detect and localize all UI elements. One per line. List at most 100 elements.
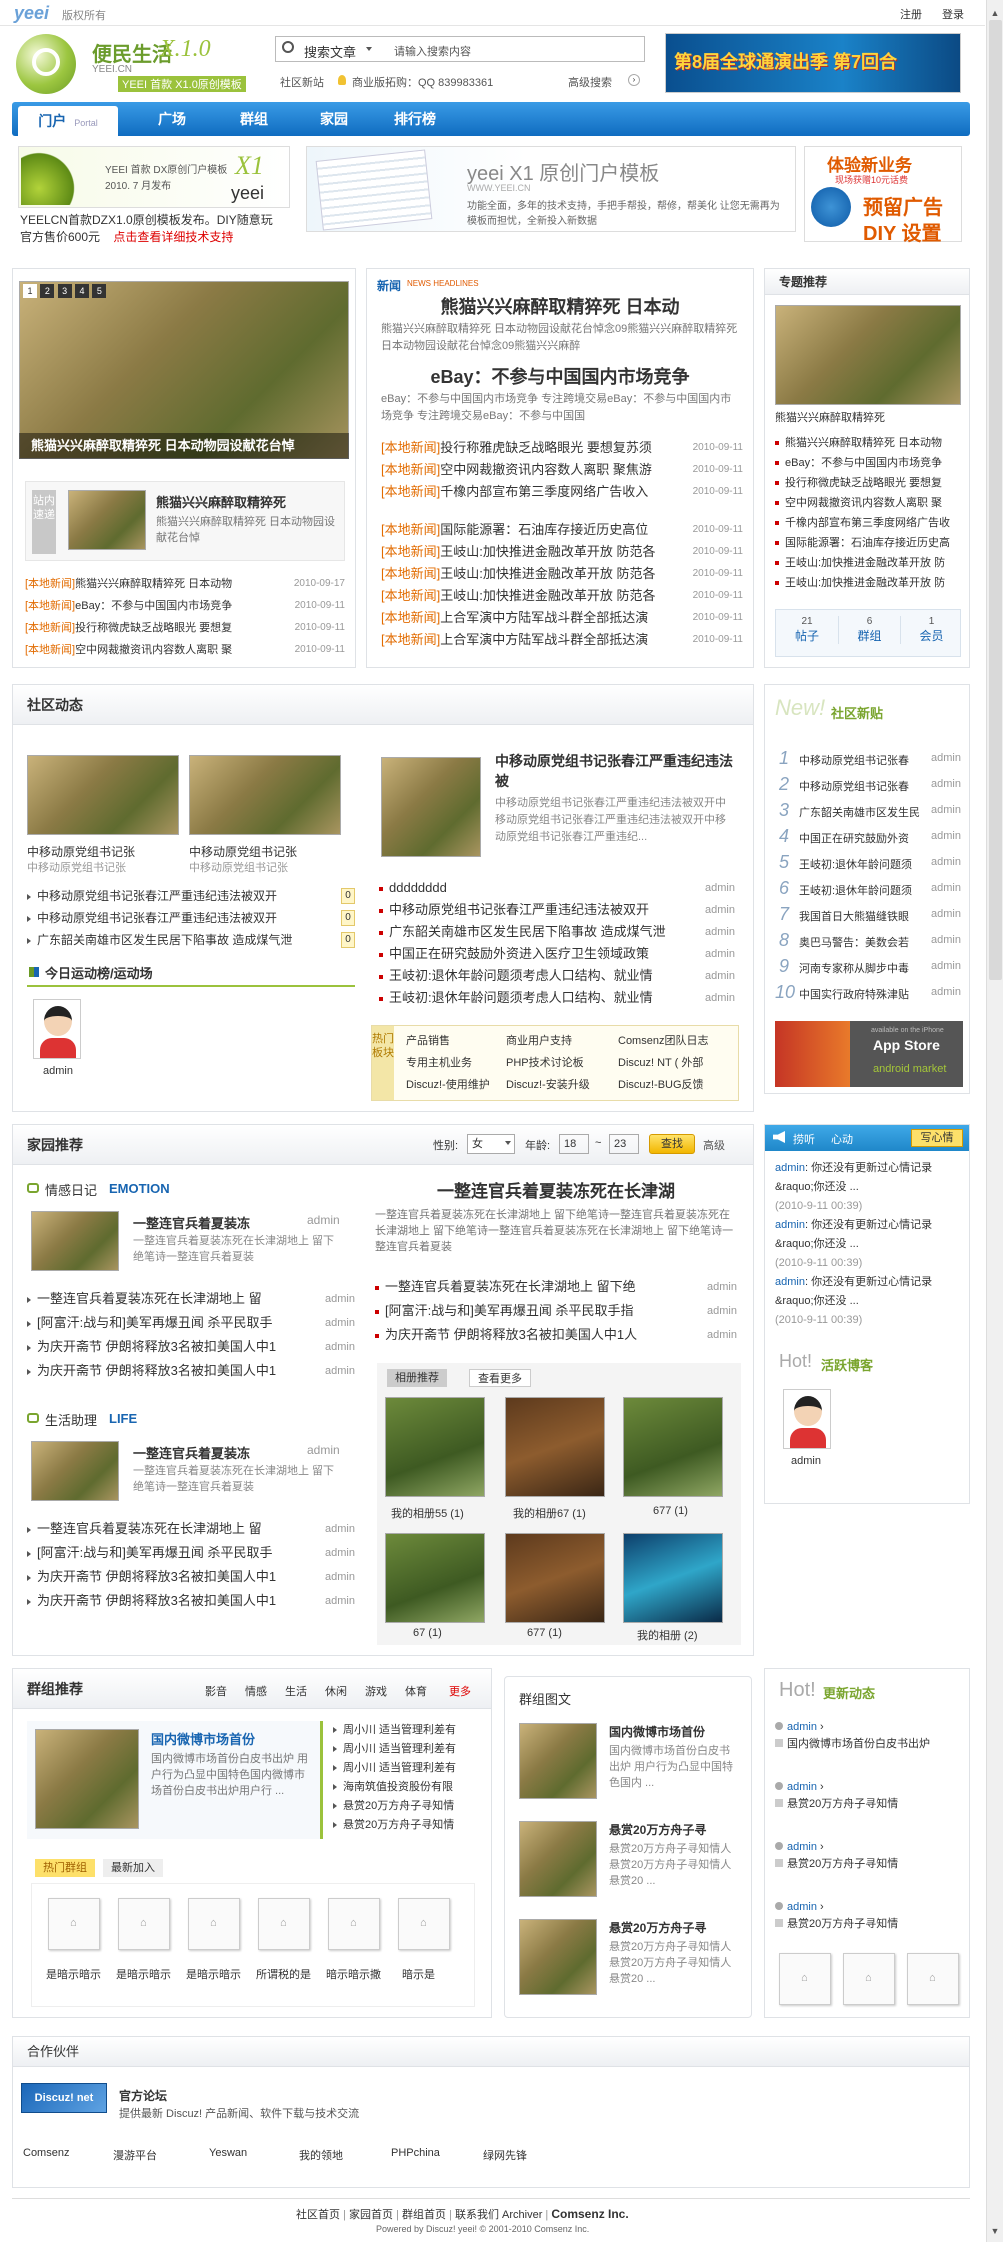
register-link[interactable]: 注册 — [900, 6, 922, 22]
scroll-down-icon[interactable]: ▼ — [989, 2226, 1001, 2236]
list-item[interactable]: 海南筑值投资股份有限 — [333, 1778, 483, 1797]
album-tab-recommend[interactable]: 相册推荐 — [387, 1369, 447, 1387]
group-icon-label[interactable]: 是暗示暗示 — [186, 1966, 241, 1982]
list-item[interactable]: 4 中国正在研究鼓励外资 admin — [775, 823, 961, 849]
list-item[interactable]: 6 王岐初:退休年龄问题须 admin — [775, 875, 961, 901]
group-feature-thumb[interactable] — [35, 1729, 139, 1829]
footer-link[interactable]: 家园首页 — [349, 2209, 393, 2221]
list-item[interactable]: 一整连官兵着夏装冻死在长津湖地上 留 admin — [27, 1517, 355, 1541]
home-advanced-link[interactable]: 高级 — [703, 1137, 725, 1153]
album-label[interactable]: 677 (1) — [527, 1627, 562, 1639]
list-item[interactable]: [本地新闻]投行称微虎缺乏战略眼光 要想复 2010-09-11 — [25, 617, 345, 639]
list-item[interactable]: 一整连官兵着夏装冻死在长津湖地上 留下绝 admin — [375, 1275, 737, 1299]
list-item[interactable]: 广东韶关南雄市区发生民居下陷事故 造成煤气泄 0 — [27, 929, 355, 951]
list-item[interactable]: 国际能源署：石油库存接近历史高 — [775, 533, 961, 553]
group-post-title[interactable]: 国内微博市场首份 — [609, 1723, 705, 1740]
board-link[interactable]: Discuz!-安装升级 — [506, 1076, 590, 1092]
home-main-title[interactable]: 一整连官兵着夏装冻死在长津湖 — [371, 1177, 741, 1202]
ad-text-3[interactable]: 点击查看详细技术支持 — [113, 230, 233, 244]
slider-page-2[interactable]: 2 — [40, 284, 55, 298]
list-item[interactable]: [本地新闻]上合军演中方陆军战斗群全部抵达演 2010-09-11 — [381, 629, 743, 651]
header-link-purchase[interactable]: 商业版拓购：QQ 839983361 — [352, 74, 493, 90]
partner-link[interactable]: 绿网先锋 — [483, 2147, 527, 2163]
list-item[interactable]: 中移动原党组书记张春江严重违纪违法被双开 0 — [27, 885, 355, 907]
list-item[interactable]: [阿富汗:战与和]美军再爆丑闻 杀平民取手 admin — [27, 1541, 355, 1565]
special-caption[interactable]: 熊猫兴兴麻醉取精猝死 — [775, 409, 885, 425]
community-thumb-2[interactable] — [189, 755, 341, 835]
scroll-up-icon[interactable]: ▲ — [989, 8, 1001, 18]
nav-tab-portal[interactable]: 门户 Portal — [18, 106, 118, 136]
list-item[interactable]: 王岐初:退休年龄问题须考虑人口结构、就业情 admin — [379, 987, 735, 1009]
header-banner-ad[interactable]: 第8届全球通演出季 第7回合 — [665, 33, 961, 93]
life-post-user[interactable]: admin — [307, 1443, 340, 1457]
blogger-name[interactable]: admin — [791, 1455, 821, 1467]
site-logo-small[interactable]: yeei — [14, 3, 49, 24]
list-item[interactable]: 5 王岐初:退休年龄问题须 admin — [775, 849, 961, 875]
diary-post-user[interactable]: admin — [307, 1213, 340, 1227]
album-label[interactable]: 677 (1) — [653, 1505, 688, 1517]
group-tab[interactable]: 游戏 — [365, 1683, 387, 1699]
list-item[interactable]: 中移动原党组书记张春江严重违纪违法被双开 0 — [27, 907, 355, 929]
list-item[interactable]: [本地新闻]投行称雅虎缺乏战略眼光 要想复苏须 2010-09-11 — [381, 437, 743, 459]
list-item[interactable]: 王岐山:加快推进金融改革开放 防 — [775, 573, 961, 593]
list-item[interactable]: 为庆开斋节 伊朗将释放3名被扣美国人中1 admin — [27, 1335, 355, 1359]
group-icon[interactable] — [328, 1898, 380, 1950]
list-item[interactable]: admin › 悬赏20万方舟子寻知情 — [775, 1779, 961, 1839]
album-label[interactable]: 67 (1) — [413, 1627, 442, 1639]
list-item[interactable]: dddddddd admin — [379, 877, 735, 899]
list-item[interactable]: [本地新闻]王岐山:加快推进金融改革开放 防范各 2010-09-11 — [381, 585, 743, 607]
list-item[interactable]: 为庆开斋节 伊朗将释放3名被扣美国人中1 admin — [27, 1359, 355, 1383]
age-from-input[interactable]: 18 — [559, 1134, 589, 1154]
update-icon[interactable] — [907, 1953, 959, 2005]
board-link[interactable]: Discuz!-使用维护 — [406, 1076, 490, 1092]
list-item[interactable]: admin › 悬赏20万方舟子寻知情 — [775, 1839, 961, 1899]
stat-posts[interactable]: 21 帖子 — [776, 616, 838, 644]
album-tab-more[interactable]: 查看更多 — [469, 1369, 531, 1387]
list-item[interactable]: [本地新闻]空中网裁撤资讯内容数人离职 聚焦游 2010-09-11 — [381, 459, 743, 481]
nav-tab-ranking[interactable]: 排行榜 — [380, 104, 450, 134]
list-item[interactable]: admin: 你还没有更新过心情记录 &raquo;你还没 ... (2010-9… — [775, 1216, 961, 1273]
album-label[interactable]: 我的相册 (2) — [637, 1627, 698, 1643]
write-mood-button[interactable]: 写心情 — [911, 1129, 963, 1147]
ad-portal-template[interactable]: yeei X1 原创门户模板 WWW.YEEI.CN 功能全面，多年的技术支持，… — [306, 146, 796, 232]
list-item[interactable]: 3 广东韶关南雄市区发生民 admin — [775, 797, 961, 823]
list-item[interactable]: 悬赏20万方舟子寻知情 — [333, 1797, 483, 1816]
slider-page-4[interactable]: 4 — [75, 284, 90, 298]
list-item[interactable]: admin: 你还没有更新过心情记录 &raquo;你还没 ... (2010-9… — [775, 1159, 961, 1216]
list-item[interactable]: [阿富汗:战与和]美军再爆丑闻 杀平民取手 admin — [27, 1311, 355, 1335]
list-item[interactable]: 为庆开斋节 伊朗将释放3名被扣美国人中1 admin — [27, 1565, 355, 1589]
diary-thumb[interactable] — [31, 1211, 119, 1271]
list-item[interactable]: [阿富汗:战与和]美军再爆丑闻 杀平民取手指 admin — [375, 1299, 737, 1323]
community-thumb-1-title[interactable]: 中移动原党组书记张 — [27, 843, 135, 860]
ad-text-1[interactable]: YEELCN首款DZX1.0原创模板发布。DIY随意玩 — [20, 212, 292, 229]
group-icon[interactable] — [188, 1898, 240, 1950]
footer-link[interactable]: 社区首页 — [296, 2209, 340, 2221]
group-icon-label[interactable]: 是暗示暗示 — [46, 1966, 101, 1982]
slider-page-5[interactable]: 5 — [92, 284, 107, 298]
special-thumb[interactable] — [775, 305, 961, 405]
ranking-user[interactable]: admin — [43, 1065, 73, 1077]
search-type-select[interactable]: 搜索文章 — [304, 42, 356, 61]
list-item[interactable]: 千橡内部宣布第三季度网络广告收 — [775, 513, 961, 533]
community-feature-title[interactable]: 中移动原党组书记张春江严重违纪违法被 — [495, 751, 735, 791]
headline-1[interactable]: 熊猫兴兴麻醉取精猝死 日本动 — [375, 293, 745, 319]
search-input[interactable]: 请输入搜索内容 — [394, 43, 471, 59]
update-icon[interactable] — [843, 1953, 895, 2005]
group-tab-more[interactable]: 更多 — [449, 1683, 471, 1699]
slider-page-3[interactable]: 3 — [57, 284, 72, 298]
partner-link[interactable]: Yeswan — [209, 2147, 247, 2159]
album-thumb[interactable] — [623, 1397, 723, 1497]
board-link[interactable]: Comsenz团队日志 — [618, 1032, 708, 1048]
footer-brand[interactable]: Comsenz Inc. — [551, 2207, 628, 2221]
list-item[interactable]: 王岐山:加快推进金融改革开放 防 — [775, 553, 961, 573]
group-tab[interactable]: 休闲 — [325, 1683, 347, 1699]
app-store-ad[interactable]: available on the iPhone App Store androi… — [775, 1021, 963, 1087]
nav-tab-square[interactable]: 广场 — [142, 104, 202, 134]
group-icon-label[interactable]: 所谓税的是 — [256, 1966, 311, 1982]
login-link[interactable]: 登录 — [942, 6, 964, 22]
nav-tab-home[interactable]: 家园 — [304, 104, 364, 134]
footer-link[interactable]: 群组首页 — [402, 2209, 446, 2221]
list-item[interactable]: 周小川 适当管理利差有 — [333, 1721, 483, 1740]
today-thumb[interactable] — [68, 490, 146, 550]
album-thumb[interactable] — [623, 1533, 723, 1623]
